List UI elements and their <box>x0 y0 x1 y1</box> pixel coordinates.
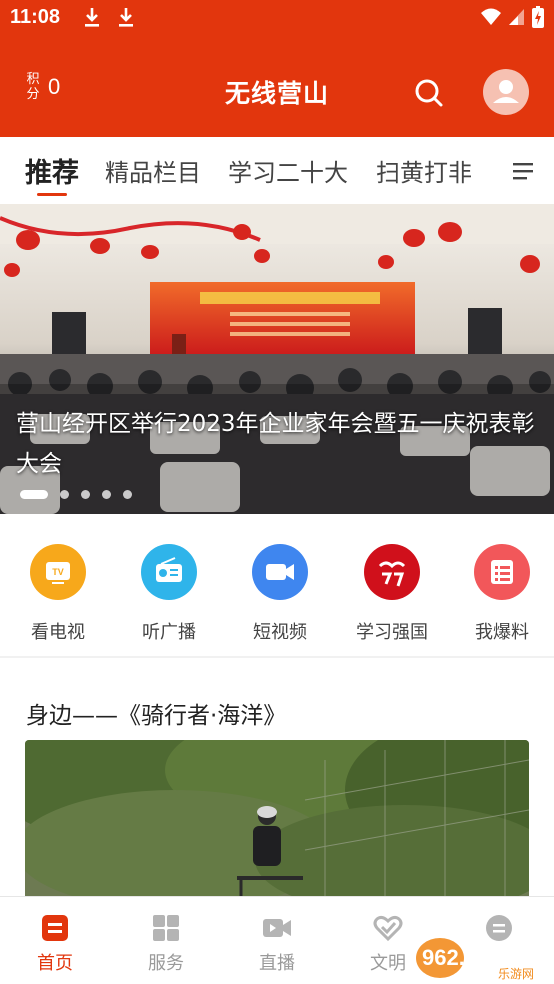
action-label: 听广播 <box>142 622 196 643</box>
tab-anti-pornography[interactable]: 扫黄打非 <box>376 153 472 188</box>
download-icon <box>85 8 99 27</box>
article-title[interactable]: 身边——《骑行者·海洋》 <box>26 696 286 730</box>
nav-label: 直播 <box>259 953 295 974</box>
report-icon <box>474 544 530 600</box>
carousel-indicator <box>20 490 132 499</box>
battery-icon <box>532 6 544 28</box>
category-tabs: 推荐 精品栏目 学习二十大 扫黄打非 <box>0 137 554 203</box>
tv-icon: TV <box>30 544 86 600</box>
action-label: 我爆料 <box>475 622 529 643</box>
nav-live[interactable]: 直播 <box>242 913 312 975</box>
grid-icon <box>151 913 181 943</box>
carousel-dot <box>102 490 111 499</box>
action-label: 看电视 <box>31 622 85 643</box>
download-icon <box>119 8 133 27</box>
banner-caption: 营山经开区举行2023年企业家年会暨五一庆祝表彰大会 <box>16 411 535 477</box>
app-title: 无线营山 <box>224 79 329 108</box>
watermark-logo: 962.NET 乐游网 <box>416 938 534 981</box>
action-short-video[interactable]: 短视频 <box>225 544 335 644</box>
article-thumbnail[interactable] <box>25 740 529 900</box>
nav-civilization[interactable]: 文明 <box>353 913 423 975</box>
action-label: 短视频 <box>253 622 307 643</box>
action-watch-tv[interactable]: TV 看电视 <box>3 544 113 644</box>
nav-home[interactable]: 首页 <box>20 913 90 975</box>
svg-text:TV: TV <box>52 567 64 577</box>
action-report[interactable]: 我爆料 <box>447 544 554 644</box>
avatar[interactable] <box>483 69 529 115</box>
nav-label: 文明 <box>370 953 406 974</box>
carousel-dot-active <box>20 490 48 499</box>
nav-label: 首页 <box>37 953 73 974</box>
status-icons <box>480 6 544 28</box>
quick-actions: TV 看电视 听广播 短视频 学习强国 我爆料 <box>0 514 554 656</box>
menu-icon[interactable] <box>513 161 535 181</box>
header-bar: 11:08 积分 0 无线营山 <box>0 0 554 137</box>
carousel-dot <box>60 490 69 499</box>
carousel-dot <box>123 490 132 499</box>
tab-featured-columns[interactable]: 精品栏目 <box>105 153 201 188</box>
search-icon[interactable] <box>412 76 446 110</box>
signal-icon <box>509 9 524 25</box>
section-divider <box>0 656 554 658</box>
nav-label: 服务 <box>148 953 184 974</box>
action-listen-radio[interactable]: 听广播 <box>114 544 224 644</box>
heart-hand-icon <box>373 913 403 943</box>
article-image <box>25 740 529 900</box>
carousel-dot <box>81 490 90 499</box>
app-screen: 11:08 积分 0 无线营山 推荐 精品栏目 学习二十大 扫黄打非 营山经开区… <box>0 0 554 984</box>
active-tab-indicator <box>37 193 67 196</box>
banner-carousel[interactable]: 营山经开区举行2023年企业家年会暨五一庆祝表彰大会 <box>0 204 554 514</box>
tab-recommend[interactable]: 推荐 <box>25 151 79 190</box>
radio-icon <box>141 544 197 600</box>
nav-services[interactable]: 服务 <box>131 913 201 975</box>
action-label: 学习强国 <box>356 622 428 643</box>
wifi-icon <box>481 8 501 25</box>
status-time: 11:08 <box>10 6 61 28</box>
user-icon <box>493 80 519 103</box>
tab-study-20th-congress[interactable]: 学习二十大 <box>228 153 348 188</box>
watermark-subtext: 乐游网 <box>498 967 534 981</box>
home-icon <box>40 913 70 943</box>
video-camera-icon <box>252 544 308 600</box>
watermark-text: 962.NET <box>422 945 509 970</box>
xuexi-logo <box>364 544 420 600</box>
action-xuexi-qiangguo[interactable]: 学习强国 <box>337 544 447 644</box>
live-icon <box>262 913 292 943</box>
